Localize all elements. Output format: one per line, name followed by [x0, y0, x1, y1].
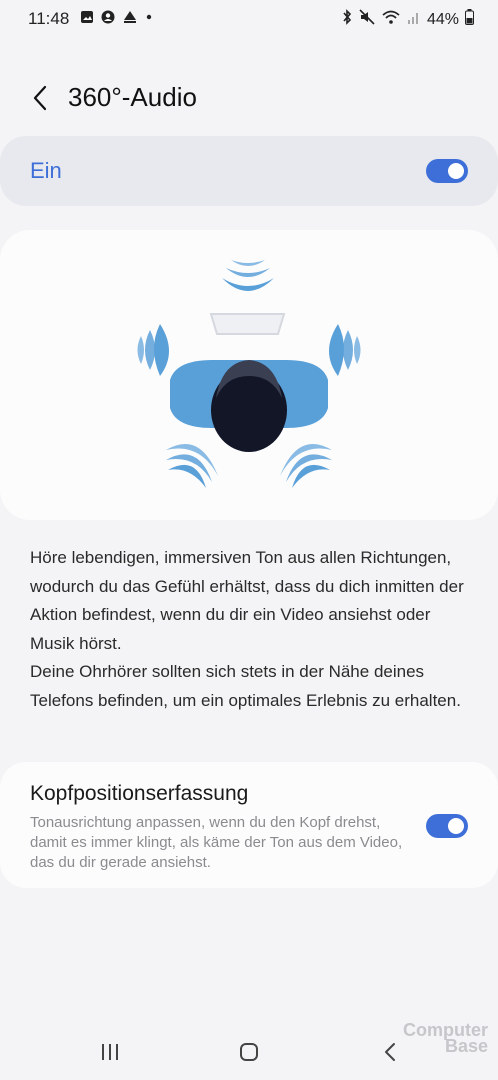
main-toggle-row[interactable]: Ein	[0, 136, 498, 206]
signal-icon	[407, 9, 421, 30]
page-header: 360°-Audio	[0, 70, 498, 126]
page-title: 360°-Audio	[68, 82, 197, 112]
description-paragraph-2: Deine Ohrhörer sollten sich stets in der…	[30, 662, 461, 710]
switch-knob	[448, 818, 464, 834]
description-paragraph-1: Höre lebendigen, immersiven Ton aus alle…	[30, 548, 464, 653]
switch-knob	[448, 163, 464, 179]
chevron-left-icon	[33, 85, 47, 111]
sound-wave-right-icon	[329, 324, 361, 376]
recent-apps-icon	[102, 1044, 118, 1060]
status-right-icons: 44%	[341, 9, 474, 30]
location-alert-icon	[122, 10, 138, 29]
sound-wave-bottom-left-icon	[166, 443, 218, 488]
battery-text: 44%	[426, 10, 459, 28]
status-bar: 11:48 44%	[0, 0, 498, 38]
illustration-card	[0, 230, 498, 520]
screen-shape	[209, 313, 286, 335]
watermark-logo: Computer Base	[403, 1021, 488, 1056]
mute-icon	[359, 9, 375, 30]
home-icon	[240, 1043, 258, 1061]
home-button[interactable]	[229, 1038, 269, 1066]
status-time: 11:48	[28, 9, 70, 28]
head-tracking-row[interactable]: Kopfpositionserfassung Tonausrichtung an…	[0, 762, 498, 888]
back-button[interactable]	[24, 82, 56, 114]
description-text: Höre lebendigen, immersiven Ton aus alle…	[30, 544, 470, 715]
main-toggle-label: Ein	[30, 158, 62, 183]
sound-wave-left-icon	[137, 324, 169, 376]
battery-icon	[465, 9, 474, 30]
bluetooth-icon	[341, 9, 353, 30]
sound-wave-bottom-right-icon	[280, 443, 332, 488]
nav-back-icon	[385, 1043, 395, 1061]
head-tracking-title: Kopfpositionserfassung	[30, 782, 249, 805]
recent-apps-button[interactable]	[90, 1038, 130, 1066]
status-left-icons	[80, 10, 153, 29]
head-tracking-subtitle: Tonausrichtung anpassen, wenn du den Kop…	[30, 814, 403, 871]
head-tracking-switch[interactable]	[426, 814, 468, 838]
wifi-icon	[381, 9, 401, 30]
360-audio-illustration	[137, 260, 361, 488]
account-icon	[101, 10, 115, 29]
gallery-icon	[80, 10, 94, 29]
watermark-line-2: Base	[444, 1036, 488, 1056]
main-toggle-switch[interactable]	[426, 159, 468, 183]
sound-wave-top-icon	[222, 260, 274, 291]
dot-icon	[145, 10, 153, 29]
